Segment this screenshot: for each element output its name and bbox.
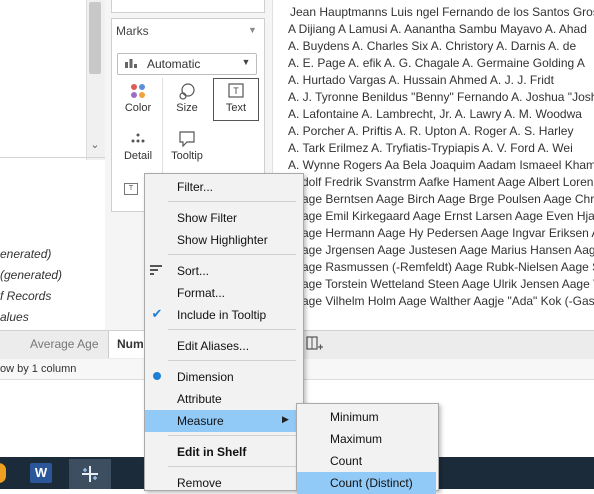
menu-item-filter[interactable]: Filter...	[145, 176, 301, 198]
marks-card-title: Marks	[116, 24, 149, 38]
submenu-item-maximum[interactable]: Maximum	[297, 428, 436, 450]
menu-separator	[168, 466, 296, 467]
scroll-down-arrow-icon[interactable]: ⌄	[89, 138, 101, 152]
menu-separator	[168, 329, 296, 330]
submenu-item-label: Count (Distinct)	[330, 476, 413, 490]
tableau-icon[interactable]	[80, 464, 100, 484]
menu-item-label: Edit in Shelf	[177, 445, 247, 459]
table-row: A. Buydens A. Charles Six A. Christory A…	[288, 39, 577, 53]
submenu-arrow-icon: ▶	[282, 414, 289, 424]
status-text: ow by 1 column	[0, 363, 77, 375]
table-row: A. Tark Erilmez A. Tryfiatis-Trypiapis A…	[288, 141, 573, 155]
menu-item-format[interactable]: Format...	[145, 282, 301, 304]
table-row: age Hermann Aage Hy Pedersen Aage Ingvar…	[302, 226, 594, 240]
submenu-item-count[interactable]: Count	[297, 450, 436, 472]
menu-separator	[168, 254, 296, 255]
menu-separator	[168, 201, 296, 202]
word-icon[interactable]: W	[30, 463, 52, 483]
table-row: A. Lafontaine A. Lambrecht, Jr. A. Lawry…	[288, 107, 582, 121]
menu-item-show-filter[interactable]: Show Filter	[145, 207, 301, 229]
table-row: age Rasmussen (-Remfeldt) Aage Rubk-Niel…	[302, 260, 594, 274]
field-item-measure-values[interactable]: alues	[0, 310, 29, 324]
menu-item-edit-in-shelf[interactable]: Edit in Shelf	[145, 441, 301, 463]
table-row: A Dijiang A Lamusi A. Aanantha Sambu May…	[288, 22, 587, 36]
filters-card	[111, 0, 265, 13]
menu-item-label: Edit Aliases...	[177, 339, 250, 353]
svg-text:T: T	[233, 86, 239, 96]
menu-separator	[168, 360, 296, 361]
chevron-down-icon[interactable]: ▼	[240, 57, 252, 69]
marks-card-menu-icon[interactable]: ▼	[248, 25, 257, 35]
color-button[interactable]: Color	[115, 78, 161, 121]
submenu-item-label: Minimum	[330, 410, 379, 424]
menu-item-attribute[interactable]: Attribute	[145, 388, 301, 410]
field-item-number-of-records[interactable]: f Records	[0, 289, 51, 303]
mark-type-label: Automatic	[147, 57, 201, 71]
table-row: age Vilhelm Holm Aage Walther Aagje "Ada…	[302, 294, 594, 308]
field-item-generated-1[interactable]: enerated)	[0, 247, 51, 261]
tooltip-button-label: Tooltip	[171, 150, 203, 162]
menu-item-label: Measure	[177, 414, 224, 428]
table-row: A. Wynne Rogers Aa Bela Joaquim Aadam Is…	[288, 158, 594, 172]
menu-item-label: Show Highlighter	[177, 233, 268, 247]
menu-item-show-highlighter[interactable]: Show Highlighter	[145, 229, 301, 251]
detail-button[interactable]: Detail	[115, 126, 161, 169]
detail-button-label: Detail	[123, 150, 153, 162]
menu-item-label: Filter...	[177, 180, 214, 194]
table-row: A. E. Page A. efik A. G. Chagale A. Germ…	[288, 56, 585, 70]
text-button[interactable]: T Text	[213, 78, 259, 121]
pane-divider	[0, 157, 108, 158]
size-button[interactable]: Size	[164, 78, 210, 121]
color-icon	[131, 84, 145, 98]
menu-item-include-in-tooltip[interactable]: Include in Tooltip	[145, 304, 301, 326]
submenu-item-minimum[interactable]: Minimum	[297, 406, 436, 428]
text-icon: T	[228, 83, 244, 98]
menu-item-remove[interactable]: Remove	[145, 472, 301, 494]
new-dashboard-icon[interactable]	[306, 336, 324, 352]
table-row: age Jrgensen Aage Justesen Aage Marius H…	[302, 243, 594, 257]
tooltip-button[interactable]: Tooltip	[164, 126, 210, 169]
detail-icon	[131, 133, 145, 143]
text-button-label: Text	[225, 102, 247, 114]
menu-item-dimension[interactable]: Dimension	[145, 366, 301, 388]
menu-item-label: Dimension	[177, 370, 234, 384]
menu-item-label: Format...	[177, 286, 226, 300]
data-pane-scrollbar-thumb[interactable]	[89, 2, 101, 74]
marks-divider	[162, 78, 163, 174]
menu-item-label: Sort...	[177, 264, 210, 278]
table-row: age Torstein Wetteland Steen Aage Ulrik …	[302, 277, 594, 291]
text-pill-icon[interactable]: T	[124, 183, 138, 195]
size-icon	[179, 83, 195, 100]
tooltip-icon	[179, 131, 195, 148]
table-row: A. Porcher A. Priftis A. R. Upton A. Rog…	[288, 124, 574, 138]
submenu-item-count-distinct[interactable]: Count (Distinct)	[297, 472, 436, 494]
submenu-item-label: Count	[330, 454, 363, 468]
table-row: A. Hurtado Vargas A. Hussain Ahmed A. J.…	[288, 73, 554, 87]
menu-item-measure[interactable]: Measure	[145, 410, 301, 432]
menu-item-label: Include in Tooltip	[177, 308, 267, 322]
submenu-item-label: Maximum	[330, 432, 383, 446]
tab-average-age[interactable]: Average Age	[22, 331, 107, 358]
menu-item-edit-aliases[interactable]: Edit Aliases...	[145, 335, 301, 357]
automatic-mark-icon	[125, 59, 137, 68]
table-row: dolf Fredrik Svanstrm Aafke Hament Aage …	[302, 175, 594, 189]
color-button-label: Color	[124, 102, 152, 114]
menu-item-label: Show Filter	[177, 211, 238, 225]
menu-item-label: Remove	[177, 476, 222, 490]
menu-item-label: Attribute	[177, 392, 222, 406]
table-row: Jean Hauptmanns Luis ngel Fernando de lo…	[290, 5, 594, 19]
table-row: A. J. Tyronne Benildus "Benny" Fernando …	[288, 90, 594, 104]
menu-separator	[168, 435, 296, 436]
menu-item-sort[interactable]: Sort...	[145, 260, 301, 282]
size-button-label: Size	[176, 102, 198, 114]
table-row: age Berntsen Aage Birch Aage Brge Poulse…	[302, 192, 594, 206]
field-item-generated-2[interactable]: (generated)	[0, 268, 62, 282]
table-row: age Emil Kirkegaard Aage Ernst Larsen Aa…	[302, 209, 594, 223]
